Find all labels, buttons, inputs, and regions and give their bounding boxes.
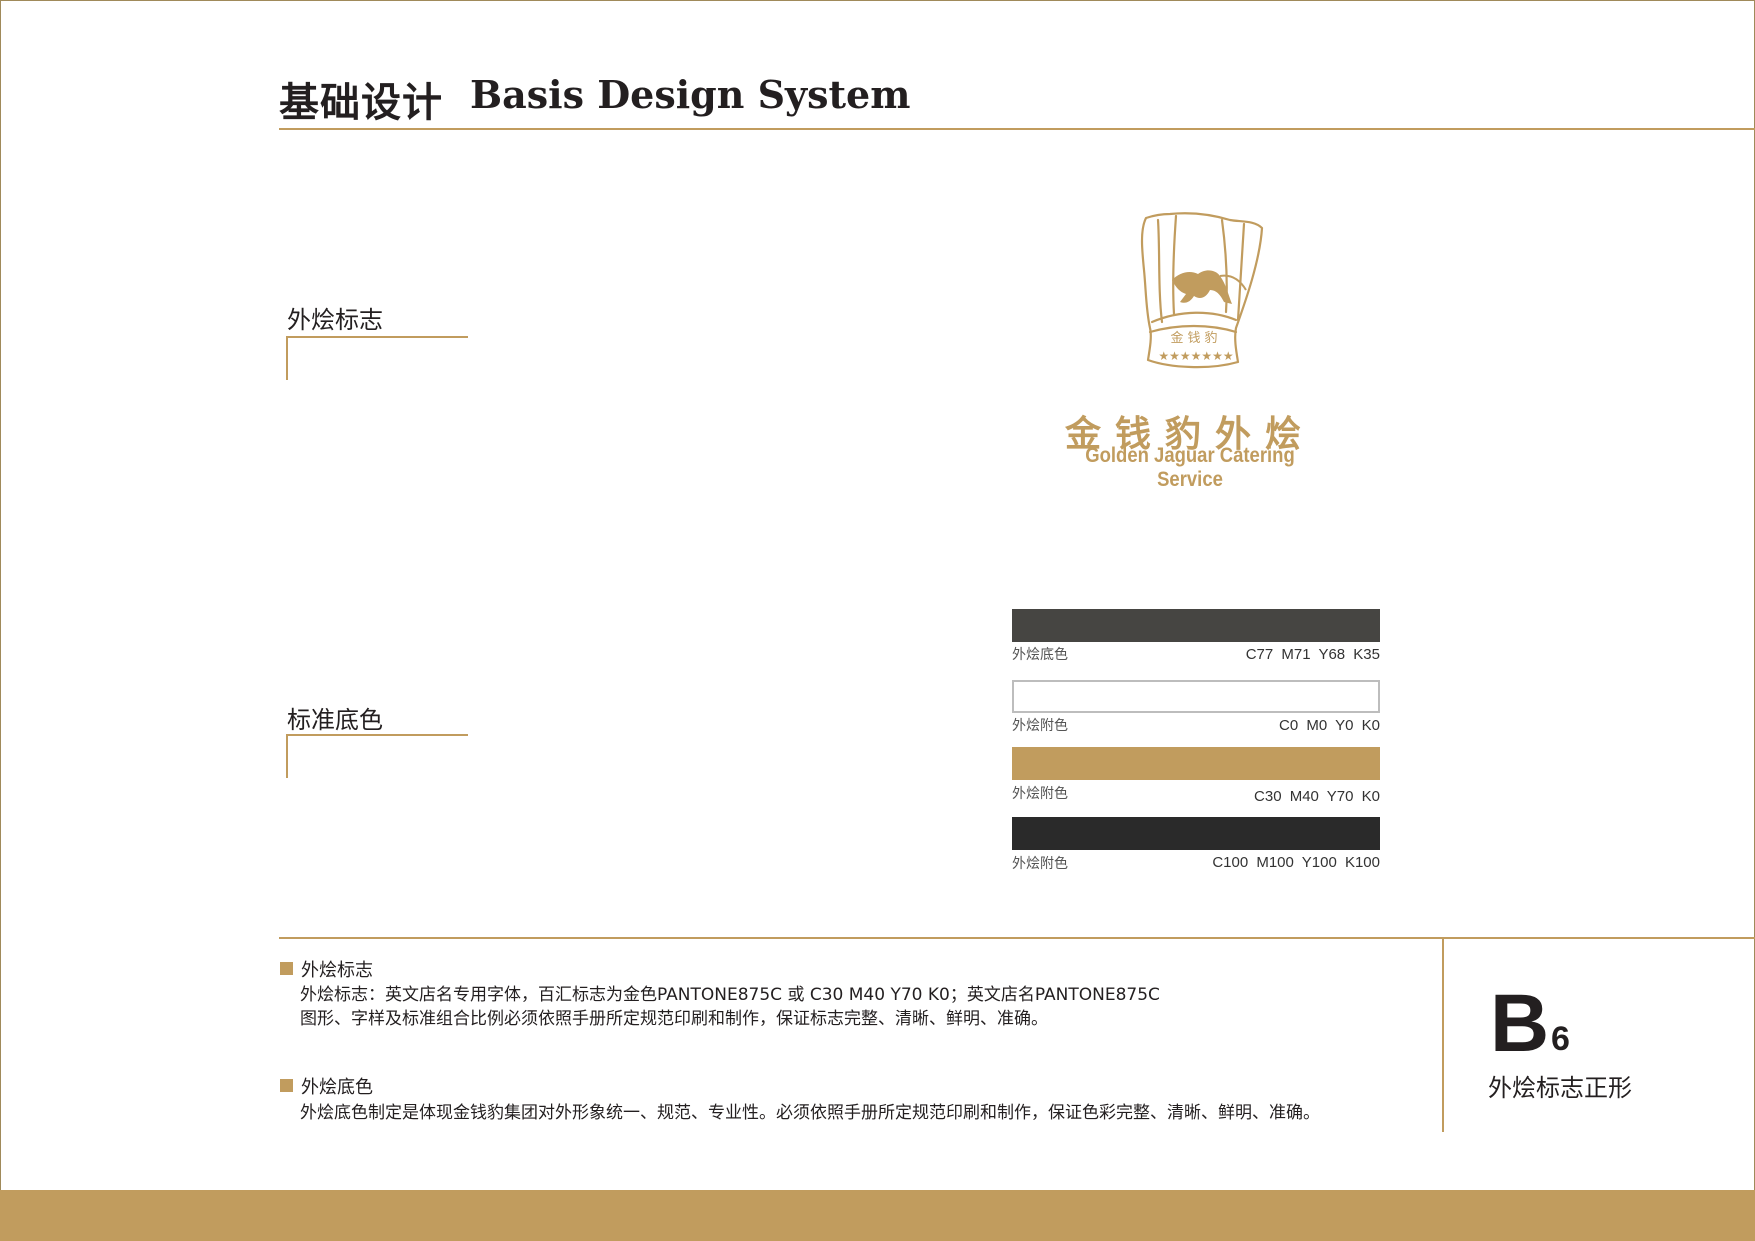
swatch-code: C100 M100 Y100 K100 — [1212, 854, 1380, 871]
swatch-base-color — [1012, 609, 1380, 642]
swatch-code: C30 M40 Y70 K0 — [1254, 788, 1380, 805]
swatch-white — [1012, 680, 1380, 713]
swatch-code: C77 M71 Y68 K35 — [1245, 646, 1380, 663]
notes-divider — [279, 937, 1755, 939]
note-title-color: 外烩底色 — [280, 1073, 373, 1099]
swatch-code: C0 M0 Y0 K0 — [1279, 717, 1380, 734]
page-title-cn: 基础设计 — [279, 80, 443, 126]
bullet-square-icon — [280, 1079, 293, 1092]
section-bracket-color — [286, 734, 468, 778]
footer-band — [0, 1190, 1755, 1241]
swatch-black — [1012, 817, 1380, 850]
swatch-gold — [1012, 747, 1380, 780]
note-text-logo-1: 外烩标志：英文店名专用字体，百汇标志为金色PANTONE875C 或 C30 M… — [300, 985, 1160, 1005]
notes-vertical-divider — [1442, 939, 1444, 1132]
page-code-caption: 外烩标志正形 — [1488, 1074, 1632, 1102]
bullet-square-icon — [280, 962, 293, 975]
section-label-logo: 外烩标志 — [287, 306, 383, 334]
note-title-logo: 外烩标志 — [280, 956, 373, 982]
page-code-letter: B — [1490, 978, 1550, 1069]
note-text-logo-2: 图形、字样及标准组合比例必须依照手册所定规范印刷和制作，保证标志完整、清晰、鲜明… — [300, 1009, 1048, 1029]
page-code-number: 6 — [1551, 1020, 1570, 1058]
section-bracket-logo — [286, 336, 468, 380]
section-label-color: 标准底色 — [287, 706, 383, 734]
logo-stars: ★★★★★★★ — [1158, 349, 1233, 363]
note-text-color-1: 外烩底色制定是体现金钱豹集团对外形象统一、规范、专业性。必须依照手册所定规范印刷… — [300, 1103, 1320, 1123]
logo-name-en: Golden Jaguar Catering Service — [1085, 444, 1295, 491]
page-title-en: Basis Design System — [470, 72, 911, 117]
header-divider — [279, 128, 1755, 130]
logo-hat-text: 金钱豹 — [1170, 330, 1221, 346]
